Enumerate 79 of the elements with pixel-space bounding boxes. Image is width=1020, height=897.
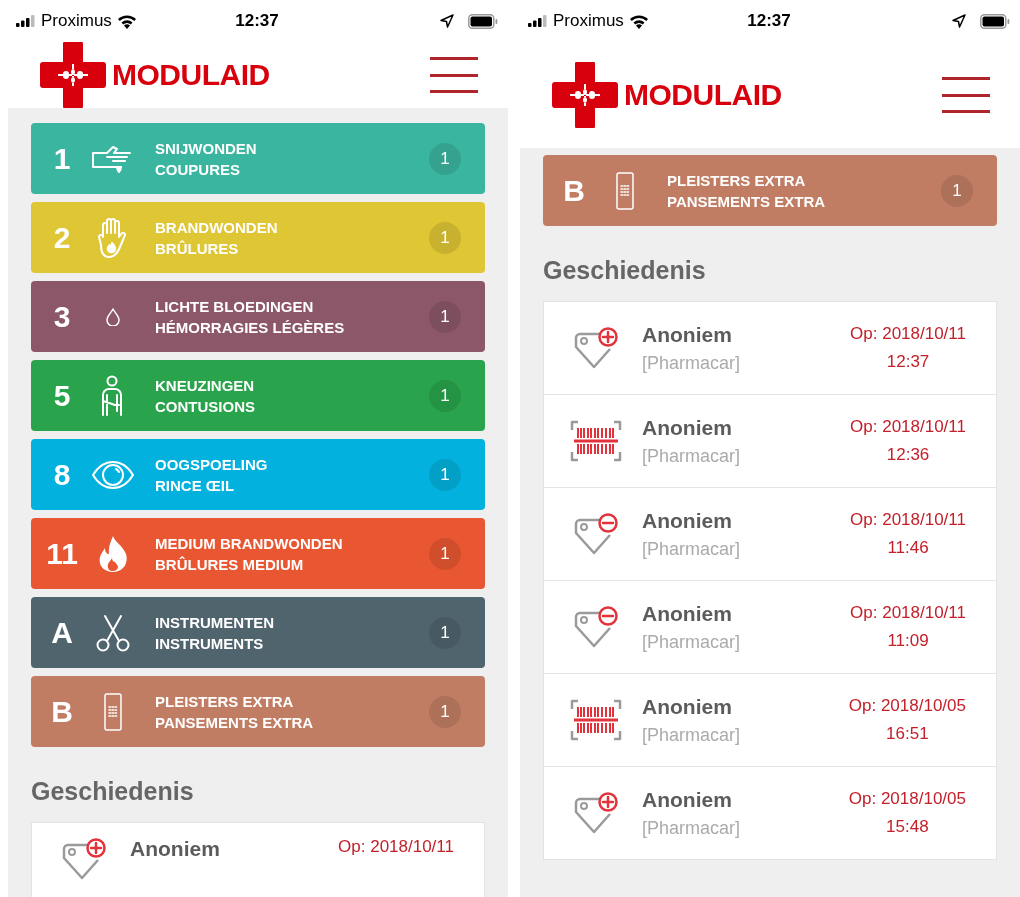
user-name: Anoniem	[642, 322, 733, 347]
carrier-name: Proximus	[553, 11, 624, 31]
history-time: 16:51	[886, 724, 929, 744]
user-name: Anoniem	[642, 787, 733, 812]
module-card[interactable]: B PLEISTERS EXTRA PANSEMENTS EXTRA 1	[543, 155, 997, 226]
history-time: 11:09	[887, 631, 929, 651]
module-subtitle: BRÛLURES MEDIUM	[155, 554, 305, 575]
module-card[interactable]: 3 LICHTE BLOEDINGEN HÉMORRAGIES LÉGÈRES 1	[31, 281, 485, 352]
logo-wordmark: MODULAID	[624, 78, 782, 112]
module-code: 8	[52, 457, 72, 492]
module-subtitle: COUPURES	[155, 159, 241, 180]
module-subtitle: HÉMORRAGIES LÉGÈRES	[155, 317, 346, 338]
history-date: Op: 2018/10/11	[850, 603, 966, 623]
module-subtitle: PANSEMENTS EXTRA	[667, 191, 827, 212]
module-title: MEDIUM BRANDWONDEN	[155, 533, 344, 554]
module-card[interactable]: 8 OOGSPOELING RINCE ŒIL 1	[31, 439, 485, 510]
module-card[interactable]: 1 SNIJWONDEN COUPURES 1	[31, 123, 485, 194]
history-time: 12:36	[886, 445, 930, 465]
module-subtitle: BRÛLURES	[155, 238, 240, 259]
history-date: Op: 2018/10/05	[848, 696, 966, 716]
module-code: 3	[52, 299, 72, 334]
module-title: SNIJWONDEN	[155, 138, 258, 159]
count-badge: 1	[429, 695, 461, 728]
clock-time: 12:37	[235, 11, 279, 31]
module-code: 2	[52, 220, 72, 255]
source-label: [Pharmacar]	[642, 538, 742, 560]
module-card[interactable]: 11 MEDIUM BRANDWONDEN BRÛLURES MEDIUM 1	[31, 518, 485, 589]
source-label: [Pharmacar]	[642, 445, 742, 467]
history-date: Op: 2018/10/11	[850, 324, 966, 344]
source-label: [Pharmacar]	[642, 817, 742, 839]
section-heading: Geschiedenis	[543, 256, 707, 285]
history-time: 11:46	[887, 538, 929, 558]
carrier-name: Proximus	[41, 11, 112, 31]
module-subtitle: RINCE ŒIL	[155, 475, 236, 496]
history-date: Op: 2018/10/11	[850, 510, 966, 530]
history-time: 15:48	[886, 817, 929, 837]
user-name: Anoniem	[642, 508, 733, 533]
module-title: PLEISTERS EXTRA	[155, 691, 295, 712]
clock-time: 12:37	[747, 11, 791, 31]
module-code: B	[562, 173, 586, 208]
module-code: A	[50, 615, 74, 650]
module-code: 5	[52, 378, 72, 413]
module-title: PLEISTERS EXTRA	[667, 170, 807, 191]
module-title: OOGSPOELING	[155, 454, 269, 475]
history-time: 12:37	[886, 352, 930, 372]
section-heading: Geschiedenis	[31, 777, 195, 806]
module-title: BRANDWONDEN	[155, 217, 279, 238]
module-code: 11	[45, 536, 79, 571]
module-card[interactable]: A INSTRUMENTEN INSTRUMENTS 1	[31, 597, 485, 668]
history-date: Op: 2018/10/11	[338, 837, 454, 857]
count-badge: 1	[429, 300, 461, 333]
user-name: Anoniem	[130, 837, 221, 861]
source-label: [Pharmacar]	[642, 724, 742, 746]
history-date: Op: 2018/10/05	[848, 789, 966, 809]
module-card[interactable]: B PLEISTERS EXTRA PANSEMENTS EXTRA 1	[31, 676, 485, 747]
count-badge: 1	[429, 458, 461, 491]
count-badge: 1	[941, 174, 973, 207]
module-code: B	[50, 694, 74, 729]
user-name: Anoniem	[642, 601, 733, 626]
module-title: KNEUZINGEN	[155, 375, 256, 396]
user-name: Anoniem	[642, 694, 733, 719]
module-subtitle: PANSEMENTS EXTRA	[155, 712, 315, 733]
count-badge: 1	[429, 379, 461, 412]
logo-wordmark: MODULAID	[112, 58, 270, 92]
module-title: LICHTE BLOEDINGEN	[155, 296, 315, 317]
count-badge: 1	[429, 537, 461, 570]
count-badge: 1	[429, 221, 461, 254]
count-badge: 1	[429, 142, 461, 175]
count-badge: 1	[429, 616, 461, 649]
module-title: INSTRUMENTEN	[155, 612, 276, 633]
module-subtitle: INSTRUMENTS	[155, 633, 265, 654]
source-label: [Pharmacar]	[642, 631, 742, 653]
module-code: 1	[52, 141, 72, 176]
module-card[interactable]: 5 KNEUZINGEN CONTUSIONS 1	[31, 360, 485, 431]
user-name: Anoniem	[642, 415, 733, 440]
module-card[interactable]: 2 BRANDWONDEN BRÛLURES 1	[31, 202, 485, 273]
module-subtitle: CONTUSIONS	[155, 396, 256, 417]
source-label: [Pharmacar]	[642, 352, 742, 374]
history-date: Op: 2018/10/11	[850, 417, 966, 437]
